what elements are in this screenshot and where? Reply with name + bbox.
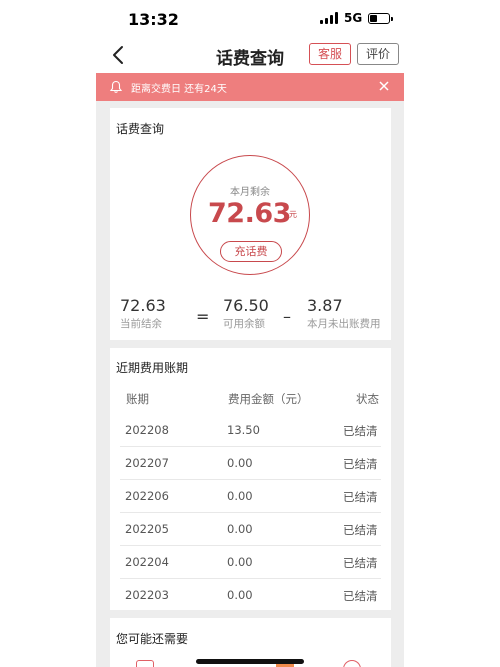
network-label: 5G (344, 11, 363, 25)
table-row[interactable]: 202205 0.00 已结清 (120, 513, 381, 546)
customer-service-button[interactable]: 客服 (309, 43, 352, 65)
row-amount: 0.00 (227, 456, 253, 470)
table-row[interactable]: 202208 13.50 已结清 (120, 414, 381, 447)
balance-card-title: 话费查询 (116, 122, 165, 136)
row-status: 已结清 (343, 556, 378, 570)
home-indicator (196, 659, 304, 664)
remaining-label: 本月剩余 (230, 187, 270, 198)
recharge-button[interactable]: 充话费 (220, 241, 282, 262)
unbilled-value: 3.87 (307, 296, 343, 315)
row-status: 已结清 (343, 490, 378, 504)
row-period: 202206 (125, 489, 169, 503)
unbilled-label: 本月未出账费用 (307, 318, 381, 330)
chart-service-icon[interactable] (343, 660, 361, 667)
bell-icon (109, 80, 123, 93)
table-row[interactable]: 202203 0.00 已结清 (120, 579, 381, 612)
nav-bar: 话费查询 客服 评价 (0, 40, 500, 72)
recommendations-title: 您可能还需要 (116, 632, 189, 646)
row-amount: 0.00 (227, 555, 253, 569)
row-period: 202204 (125, 555, 169, 569)
row-status: 已结清 (343, 457, 378, 471)
page-title: 话费查询 (216, 49, 284, 69)
row-amount: 0.00 (227, 522, 253, 536)
close-icon[interactable] (378, 80, 390, 92)
table-row[interactable]: 202204 0.00 已结清 (120, 546, 381, 579)
row-amount: 13.50 (227, 423, 260, 437)
status-time: 13:32 (128, 10, 179, 29)
minus-sign: – (283, 307, 291, 326)
status-bar: 13:32 5G (0, 0, 500, 40)
row-status: 已结清 (343, 589, 378, 603)
available-balance-label: 可用余额 (223, 318, 265, 330)
row-status: 已结清 (343, 424, 378, 438)
header-period: 账期 (126, 392, 149, 406)
history-title: 近期费用账期 (116, 361, 189, 375)
rate-button[interactable]: 评价 (357, 43, 400, 65)
balance-card: 话费查询 本月剩余 72.63 元 充话费 72.63 当前结余 = 76.50… (110, 108, 391, 340)
row-status: 已结清 (343, 523, 378, 537)
row-amount: 0.00 (227, 489, 253, 503)
signal-icon (320, 12, 338, 24)
status-indicators: 5G (320, 11, 394, 25)
table-row[interactable]: 202207 0.00 已结清 (120, 447, 381, 480)
row-period: 202203 (125, 588, 169, 602)
equals-sign: = (196, 307, 210, 326)
row-amount: 0.00 (227, 588, 253, 602)
balance-ring: 本月剩余 72.63 元 充话费 (190, 155, 310, 275)
header-amount: 费用金额（元） (228, 392, 309, 406)
header-status: 状态 (356, 392, 379, 406)
row-period: 202207 (125, 456, 169, 470)
row-period: 202208 (125, 423, 169, 437)
currency-unit: 元 (289, 210, 297, 219)
current-balance-value: 72.63 (120, 296, 166, 315)
payment-notice-banner: 距离交费日 还有24天 (96, 73, 404, 101)
remaining-amount: 72.63 (208, 198, 291, 229)
row-period: 202205 (125, 522, 169, 536)
phone-service-icon[interactable] (136, 660, 154, 667)
current-balance-label: 当前结余 (120, 318, 162, 330)
available-balance-value: 76.50 (223, 296, 269, 315)
battery-icon (368, 12, 394, 24)
billing-history-card: 近期费用账期 账期 费用金额（元） 状态 202208 13.50 已结清 20… (110, 348, 391, 610)
table-row[interactable]: 202206 0.00 已结清 (120, 480, 381, 513)
notice-text: 距离交费日 还有24天 (131, 83, 227, 95)
